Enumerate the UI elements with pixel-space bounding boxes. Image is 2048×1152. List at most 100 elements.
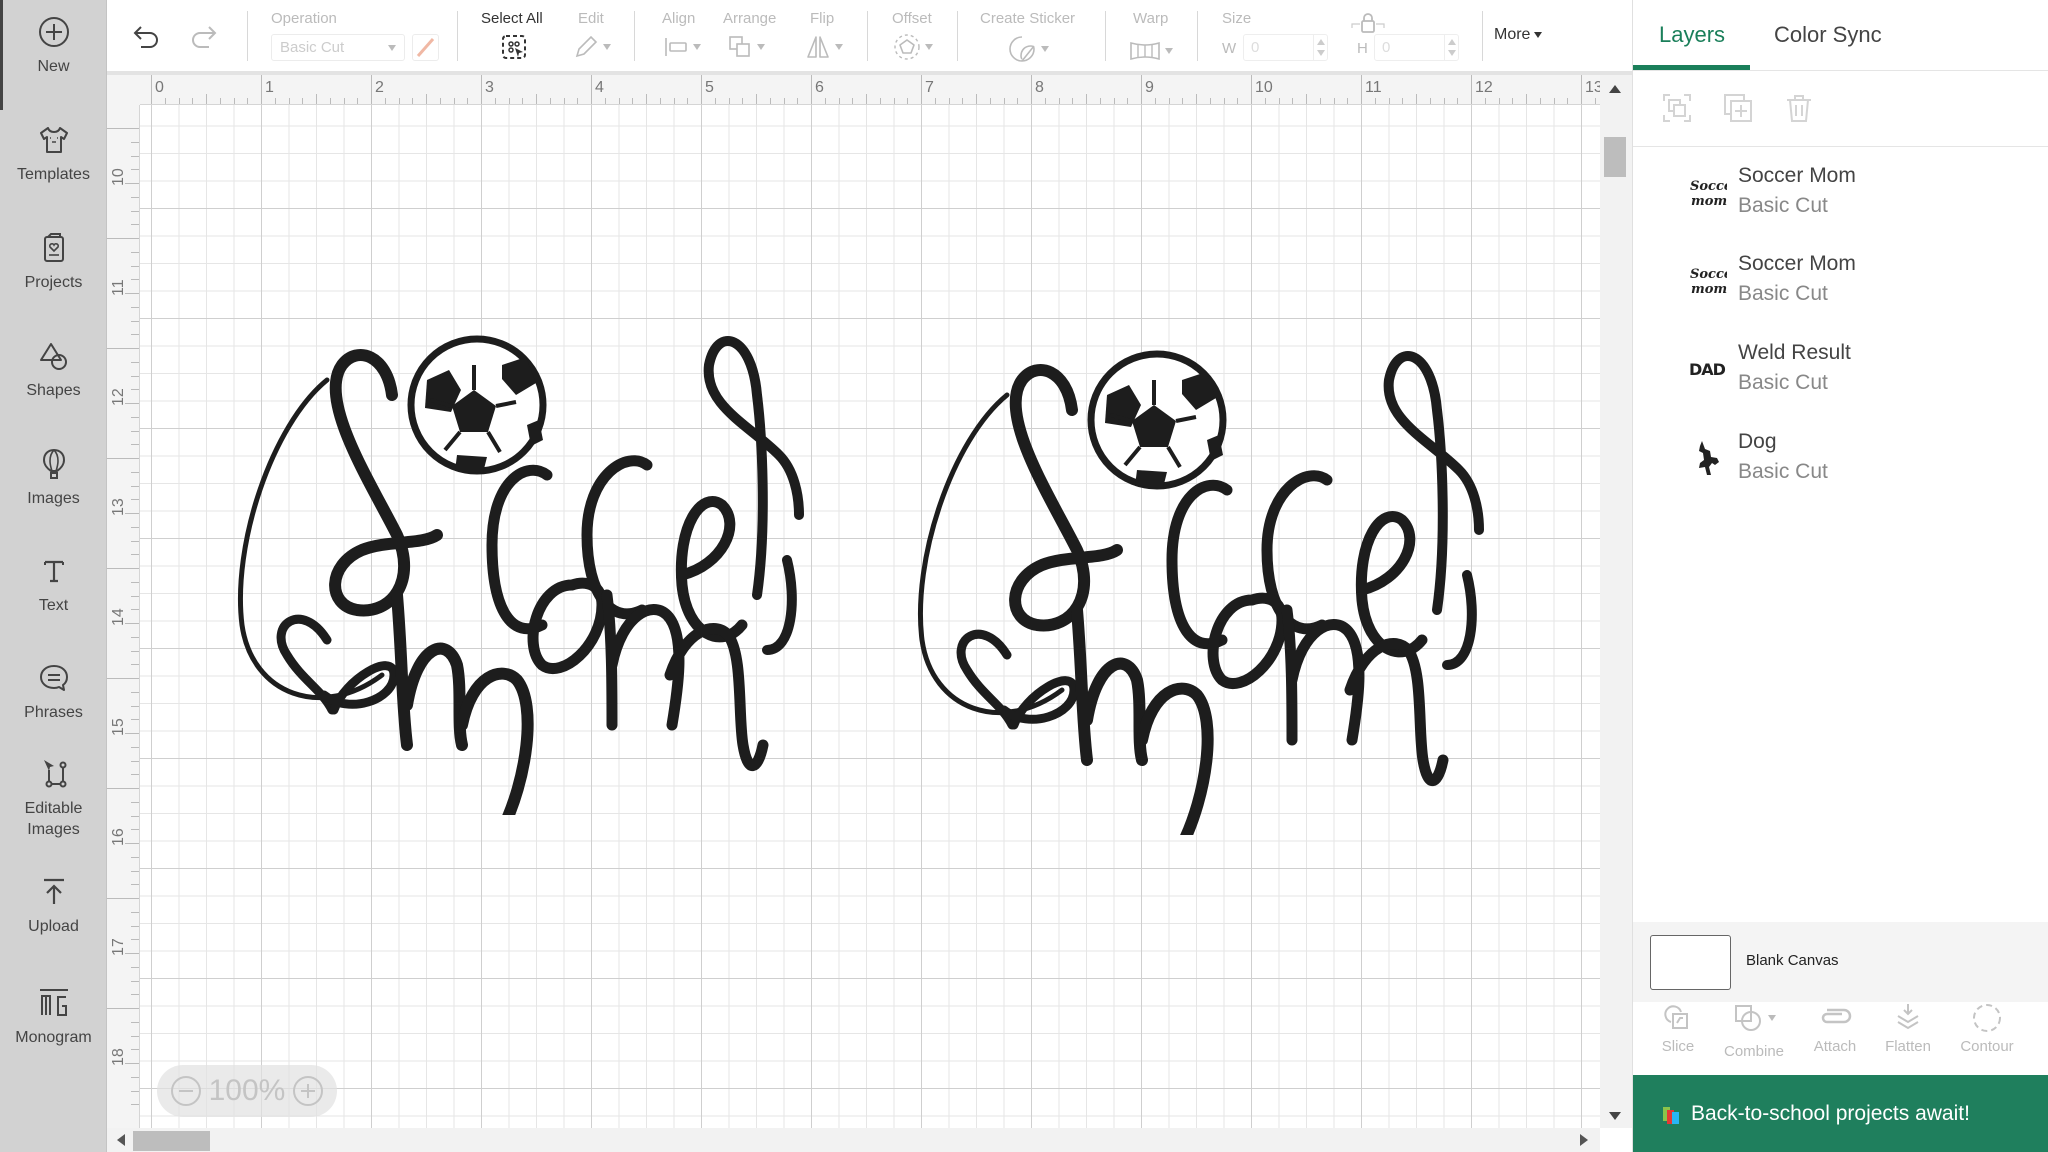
- width-stepper[interactable]: [1313, 35, 1327, 60]
- sidebar-item-text[interactable]: Text: [0, 553, 107, 616]
- more-dropdown[interactable]: More: [1494, 26, 1543, 44]
- svg-text:mom: mom: [1691, 194, 1727, 209]
- ruler-minor-tick: [131, 430, 139, 432]
- toolbar-divider: [634, 11, 635, 61]
- align-label: Align: [662, 10, 696, 27]
- slice-button[interactable]: Slice: [1653, 1002, 1703, 1055]
- undo-button[interactable]: [131, 24, 163, 50]
- ruler-minor-tick: [852, 98, 854, 104]
- tab-layers[interactable]: Layers: [1659, 22, 1725, 48]
- ruler-minor-tick: [233, 98, 235, 104]
- tab-color-sync[interactable]: Color Sync: [1774, 22, 1882, 48]
- height-stepper[interactable]: [1444, 35, 1458, 60]
- delete-icon[interactable]: [1783, 92, 1815, 124]
- sidebar-item-shapes[interactable]: Shapes: [0, 338, 107, 401]
- ruler-minor-tick: [131, 1049, 139, 1051]
- sidebar-item-new[interactable]: New: [0, 0, 107, 110]
- layer-item[interactable]: Dog Basic Cut: [1633, 414, 2048, 502]
- soccer-mom-design-1[interactable]: [212, 285, 842, 836]
- ruler-minor-tick: [1127, 98, 1129, 104]
- layer-name: Dog: [1738, 430, 1777, 453]
- toolbar-divider: [1482, 11, 1483, 61]
- horizontal-scroll-thumb[interactable]: [133, 1131, 210, 1151]
- sidebar-item-projects[interactable]: Projects: [0, 230, 107, 293]
- create-sticker-dropdown[interactable]: [1007, 36, 1049, 62]
- ruler-minor-tick: [1072, 98, 1074, 104]
- create-sticker-label: Create Sticker: [980, 10, 1076, 27]
- ruler-minor-tick: [1347, 98, 1349, 104]
- vertical-scrollbar[interactable]: [1600, 75, 1632, 1128]
- ruler-minor-tick: [131, 884, 139, 886]
- ruler-minor-tick: [192, 98, 194, 104]
- height-label: H: [1357, 40, 1368, 57]
- ruler-minor-tick: [131, 416, 139, 418]
- ruler-minor-tick: [879, 98, 881, 104]
- scroll-up-arrow-icon[interactable]: [1609, 85, 1621, 93]
- edit-dropdown[interactable]: [573, 34, 611, 60]
- design-canvas[interactable]: 012345678910111213 101112131415161718: [107, 75, 1632, 1152]
- ruler-minor-tick: [453, 98, 455, 104]
- sidebar-item-monogram[interactable]: Monogram: [0, 985, 107, 1048]
- sidebar-item-upload[interactable]: Upload: [0, 874, 107, 937]
- attach-icon: [1803, 1002, 1867, 1034]
- ruler-minor-tick: [131, 375, 139, 377]
- pen-color-swatch[interactable]: [412, 34, 439, 61]
- chevron-down-icon: [1768, 1015, 1776, 1021]
- height-input[interactable]: 0: [1374, 34, 1459, 61]
- blank-canvas-row[interactable]: Blank Canvas: [1633, 922, 2048, 1002]
- select-all-button[interactable]: [500, 34, 528, 60]
- scroll-down-arrow-icon[interactable]: [1609, 1112, 1621, 1120]
- ruler-tick-label: 7: [925, 79, 934, 96]
- canvas-color-swatch[interactable]: [1650, 935, 1731, 990]
- group-icon[interactable]: [1661, 92, 1693, 124]
- ruler-minor-tick: [769, 98, 771, 104]
- ruler-tick-label: 9: [1145, 79, 1154, 96]
- ruler-minor-tick: [131, 155, 139, 157]
- flip-dropdown[interactable]: [805, 34, 843, 60]
- warp-dropdown[interactable]: [1129, 38, 1173, 64]
- scroll-left-arrow-icon[interactable]: [117, 1134, 125, 1146]
- combine-button[interactable]: Combine: [1716, 1002, 1792, 1060]
- contour-button[interactable]: Contour: [1951, 1002, 2023, 1055]
- ruler-minor-tick: [131, 279, 139, 281]
- layer-item[interactable]: Soccermom Soccer Mom Basic Cut: [1633, 148, 2048, 236]
- operation-select[interactable]: Basic Cut: [271, 34, 405, 61]
- flip-label: Flip: [810, 10, 835, 27]
- promo-banner[interactable]: Back-to-school projects await!: [1633, 1075, 2048, 1152]
- ruler-minor-tick: [131, 966, 139, 968]
- ruler-minor-tick: [398, 98, 400, 104]
- layer-item[interactable]: Soccermom Soccer Mom Basic Cut: [1633, 236, 2048, 324]
- zoom-in-button[interactable]: [293, 1076, 324, 1106]
- ruler-minor-tick: [522, 98, 524, 104]
- offset-dropdown[interactable]: [893, 34, 933, 60]
- vertical-scroll-thumb[interactable]: [1604, 137, 1626, 177]
- soccer-mom-design-2[interactable]: [892, 295, 1522, 851]
- scroll-right-arrow-icon[interactable]: [1580, 1134, 1588, 1146]
- ruler-minor-tick: [384, 98, 386, 104]
- sidebar-item-templates[interactable]: Templates: [0, 122, 107, 185]
- flatten-button[interactable]: Flatten: [1876, 1002, 1940, 1055]
- duplicate-icon[interactable]: [1722, 92, 1754, 124]
- ruler-minor-tick: [563, 98, 565, 104]
- zoom-out-button[interactable]: [170, 1076, 201, 1106]
- redo-button[interactable]: [187, 24, 219, 50]
- ruler-tick: [1361, 75, 1362, 104]
- align-dropdown[interactable]: [663, 34, 701, 60]
- attach-button[interactable]: Attach: [1803, 1002, 1867, 1055]
- monogram-icon: [36, 985, 72, 1021]
- horizontal-scrollbar[interactable]: [107, 1128, 1600, 1152]
- layers-panel: Layers Color Sync Soccermom Soccer Mom B…: [1632, 0, 2048, 1152]
- ruler-minor-tick: [131, 444, 139, 446]
- sidebar-item-editable-images[interactable]: Editable Images: [0, 756, 107, 840]
- arrange-dropdown[interactable]: [727, 34, 765, 60]
- ruler-minor-tick: [131, 389, 139, 391]
- sidebar-item-phrases[interactable]: Phrases: [0, 660, 107, 723]
- layer-item[interactable]: DAD Weld Result Basic Cut: [1633, 325, 2048, 413]
- toolbar-divider: [867, 11, 868, 61]
- arrange-icon: [727, 34, 753, 60]
- ruler-tick: [371, 75, 372, 104]
- ruler-tick: [1141, 75, 1142, 104]
- soccer-ball-icon: [1087, 350, 1227, 490]
- width-input[interactable]: 0: [1243, 34, 1328, 61]
- sidebar-item-images[interactable]: Images: [0, 446, 107, 509]
